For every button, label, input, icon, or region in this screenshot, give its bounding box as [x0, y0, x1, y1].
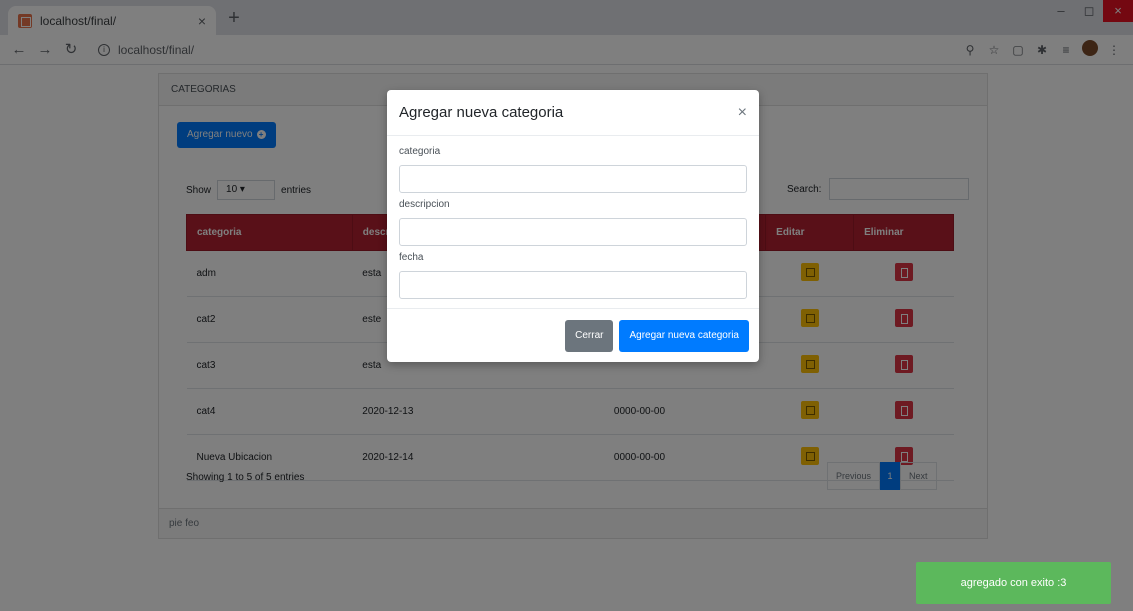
success-toast: agregado con exito :3: [916, 562, 1111, 604]
modal-footer: Cerrar Agregar nueva categoria: [387, 308, 759, 362]
add-category-button[interactable]: Agregar nueva categoria: [619, 319, 749, 352]
categoria-input[interactable]: [399, 165, 747, 193]
modal-close-icon[interactable]: ×: [738, 104, 747, 122]
add-category-modal: Agregar nueva categoria × categoria desc…: [387, 90, 759, 362]
modal-header: Agregar nueva categoria ×: [387, 90, 759, 136]
close-button[interactable]: Cerrar: [565, 319, 614, 352]
categoria-label: categoria: [399, 146, 441, 157]
fecha-label: fecha: [399, 252, 424, 263]
modal-body: categoria descripcion fecha: [387, 136, 759, 299]
descripcion-label: descripcion: [399, 199, 450, 210]
descripcion-input[interactable]: [399, 218, 747, 246]
fecha-input[interactable]: [399, 271, 747, 299]
modal-title: Agregar nueva categoria: [399, 104, 564, 121]
